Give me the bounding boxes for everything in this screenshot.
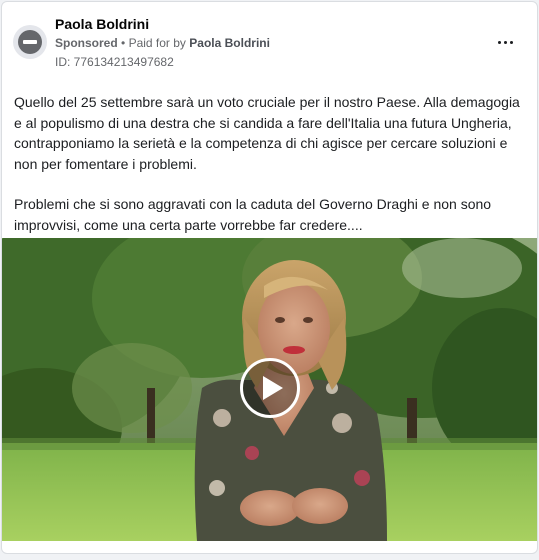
post-text: Quello del 25 settembre sarà un voto cru… — [14, 92, 529, 255]
author-name[interactable]: Paola Boldrini — [55, 16, 149, 32]
sponsored-label: Sponsored — [55, 36, 118, 50]
paid-for-by-name: Paola Boldrini — [189, 36, 270, 50]
play-icon[interactable] — [240, 358, 300, 418]
ad-id: ID: 776134213497682 — [55, 55, 174, 69]
sponsorship-line: Sponsored • Paid for by Paola Boldrini — [55, 36, 270, 50]
restricted-avatar-icon[interactable] — [13, 25, 47, 59]
paid-for-prefix: Paid for by — [128, 36, 186, 50]
more-options-icon[interactable] — [495, 32, 515, 52]
ad-card: Paola Boldrini Sponsored • Paid for by P… — [1, 1, 538, 554]
meta-separator: • — [121, 36, 126, 50]
video-thumbnail[interactable] — [2, 238, 537, 541]
post-header: Paola Boldrini Sponsored • Paid for by P… — [2, 2, 537, 82]
post-paragraph-2: Problemi che si sono aggravati con la ca… — [14, 196, 492, 233]
post-paragraph-1: Quello del 25 settembre sarà un voto cru… — [14, 94, 520, 172]
